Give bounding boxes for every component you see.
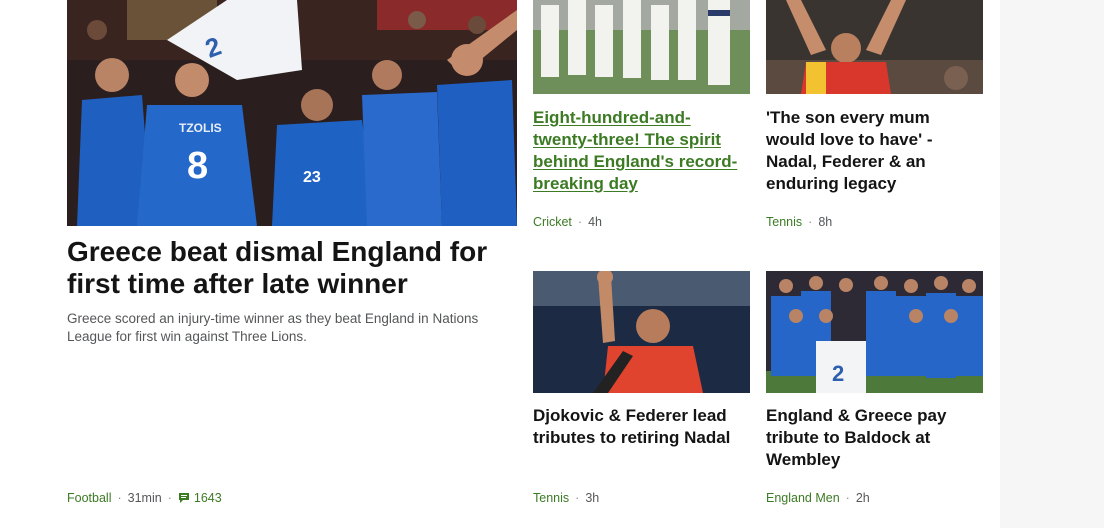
separator-dot: · [117, 491, 122, 505]
topic-tag[interactable]: Tennis [766, 214, 802, 230]
timestamp: 8h [818, 215, 833, 229]
story-headline-nadal-legacy[interactable]: 'The son every mum would love to have' -… [766, 107, 981, 195]
story-headline-nadal-retiring[interactable]: Djokovic & Federer lead tributes to reti… [533, 405, 748, 449]
story-meta-nadal-legacy: Tennis · 8h [766, 214, 832, 230]
comment-bubble-icon [178, 493, 189, 503]
story-headline-baldock-tribute[interactable]: England & Greece pay tribute to Baldock … [766, 405, 981, 471]
story-image-baldock-tribute[interactable]: 2 [766, 271, 983, 393]
svg-text:TZOLIS: TZOLIS [179, 121, 222, 135]
topic-tag[interactable]: Football [67, 490, 111, 506]
topic-tag[interactable]: England Men [766, 490, 840, 506]
timestamp: 4h [588, 215, 602, 229]
story-meta-cricket: Cricket · 4h [533, 214, 602, 230]
separator-dot: · [575, 491, 580, 505]
svg-text:2: 2 [832, 361, 844, 386]
lead-story-headline[interactable]: Greece beat dismal England for first tim… [67, 236, 507, 300]
svg-text:8: 8 [187, 145, 208, 187]
timestamp: 2h [855, 491, 870, 505]
story-headline-cricket[interactable]: Eight-hundred-and-twenty-three! The spir… [533, 107, 748, 195]
separator-dot: · [808, 215, 813, 229]
lead-story-image[interactable]: TZOLIS 8 2 23 [67, 0, 517, 226]
lead-story-meta: Football · 31min · 1643 [67, 490, 222, 506]
timestamp: 31min [127, 491, 162, 505]
lead-story-summary: Greece scored an injury-time winner as t… [67, 311, 479, 344]
story-image-nadal-legacy[interactable] [766, 0, 983, 94]
comments-count: 1643 [193, 491, 222, 505]
topic-tag[interactable]: Cricket [533, 214, 572, 230]
timestamp: 3h [585, 491, 600, 505]
comments-link[interactable]: 1643 [178, 490, 222, 506]
separator-dot: · [167, 491, 172, 505]
story-image-nadal-retiring[interactable] [533, 271, 750, 393]
separator-dot: · [577, 215, 583, 229]
topic-tag[interactable]: Tennis [533, 490, 569, 506]
separator-dot: · [845, 491, 850, 505]
page-gutter [1000, 0, 1104, 528]
story-meta-baldock-tribute: England Men · 2h [766, 490, 870, 506]
svg-text:23: 23 [303, 169, 321, 186]
story-meta-nadal-retiring: Tennis · 3h [533, 490, 599, 506]
story-image-cricket[interactable] [533, 0, 750, 94]
